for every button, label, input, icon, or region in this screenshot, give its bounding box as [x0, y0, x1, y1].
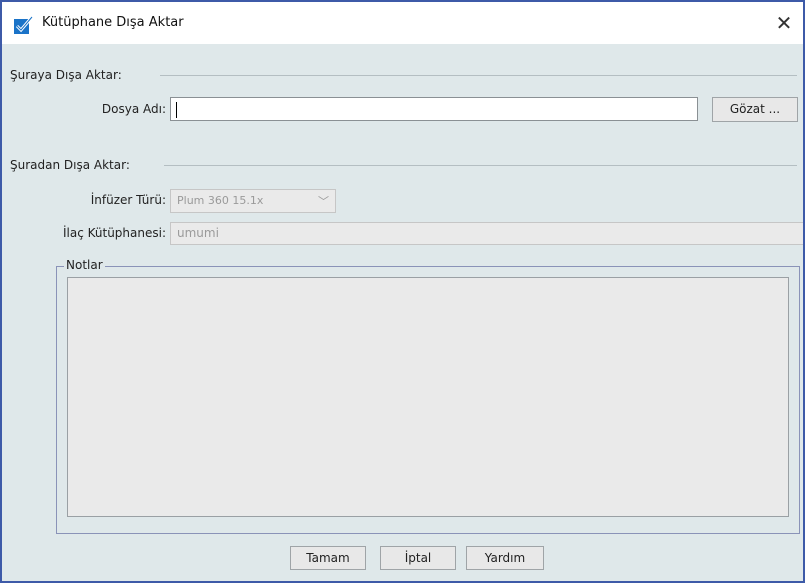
section-divider	[160, 75, 797, 76]
drug-library-label: İlaç Kütüphanesi:	[62, 226, 166, 240]
window-title: Kütüphane Dışa Aktar	[42, 15, 184, 30]
ok-button[interactable]: Tamam	[290, 546, 366, 570]
export-from-section-label: Şuradan Dışa Aktar:	[10, 158, 130, 172]
cancel-button[interactable]: İptal	[380, 546, 456, 570]
section-divider	[164, 165, 797, 166]
drug-library-field: umumi	[170, 222, 803, 245]
infuser-type-label: İnfüzer Türü:	[90, 193, 166, 207]
infuser-type-select[interactable]: Plum 360 15.1x ﹀	[170, 189, 336, 213]
notes-textarea[interactable]	[67, 277, 789, 517]
file-name-input[interactable]	[170, 97, 698, 121]
drug-library-value: umumi	[177, 226, 219, 240]
notes-group: Notlar	[56, 258, 800, 534]
infuser-type-value: Plum 360 15.1x	[177, 194, 264, 207]
help-button[interactable]: Yardım	[466, 546, 544, 570]
text-caret	[176, 102, 177, 118]
close-icon: ✕	[775, 11, 793, 35]
checkbox-check-icon	[12, 14, 34, 36]
export-to-section-label: Şuraya Dışa Aktar:	[10, 68, 122, 82]
close-button[interactable]: ✕	[769, 8, 799, 38]
notes-label: Notlar	[64, 258, 105, 272]
chevron-down-icon: ﹀	[318, 195, 329, 208]
export-library-dialog: Kütüphane Dışa Aktar ✕ Şuraya Dışa Aktar…	[0, 0, 805, 583]
title-bar: Kütüphane Dışa Aktar ✕	[2, 2, 803, 44]
browse-button[interactable]: Gözat ...	[712, 97, 798, 122]
file-name-label: Dosya Adı:	[101, 102, 166, 116]
